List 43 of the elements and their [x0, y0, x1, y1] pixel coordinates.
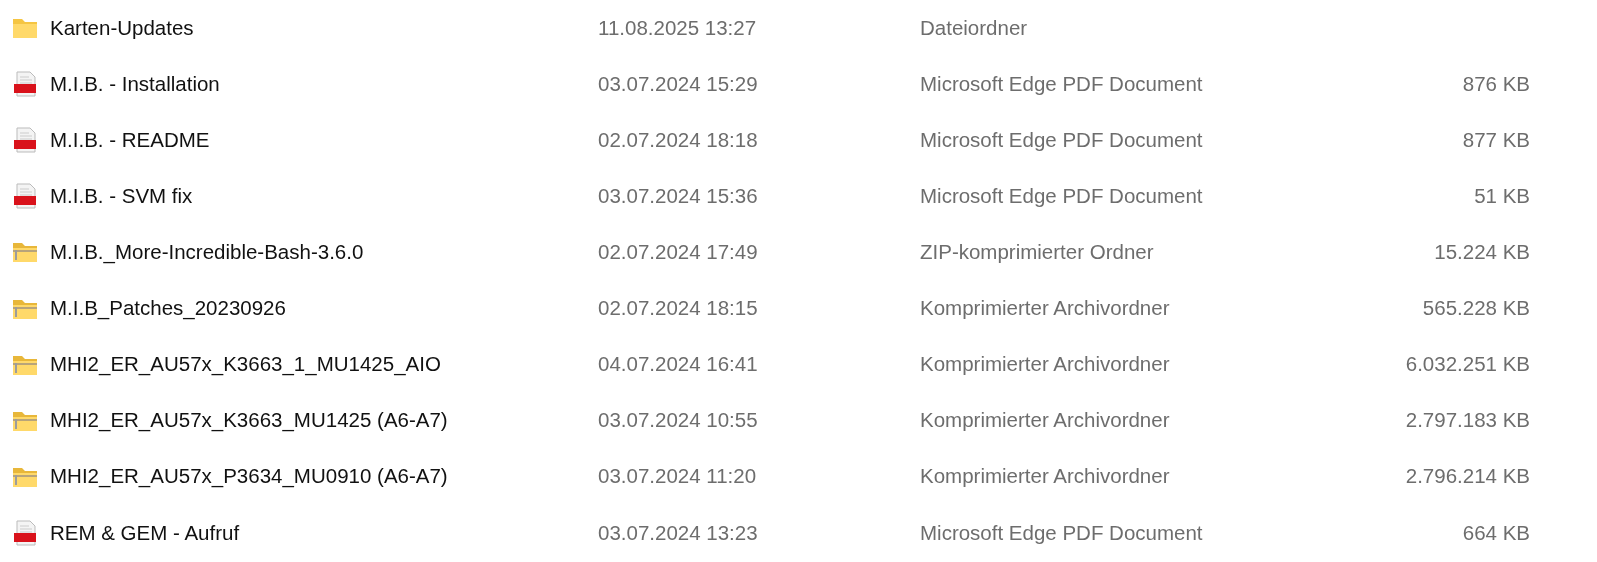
modified-date: 03.07.2024 15:29 [598, 71, 758, 95]
modified-date: 02.07.2024 17:49 [598, 240, 758, 264]
modified-date: 11.08.2025 13:27 [598, 15, 757, 39]
file-type: Komprimierter Archivordner [920, 296, 1170, 320]
file-type: Komprimierter Archivordner [920, 352, 1170, 376]
file-name[interactable]: M.I.B. - SVM fix [50, 180, 193, 212]
file-name[interactable]: M.I.B. - README [50, 124, 210, 156]
file-name[interactable]: M.I.B_Patches_20230926 [50, 293, 286, 324]
file-name[interactable]: MHI2_ER_AU57x_K3663_MU1425 (A6-A7) [50, 405, 448, 437]
file-type: Dateiordner [920, 15, 1028, 39]
file-type: Microsoft Edge PDF Document [920, 127, 1203, 151]
pdf-file-icon [12, 519, 38, 546]
file-type: Microsoft Edge PDF Document [920, 71, 1203, 95]
modified-date: 02.07.2024 18:18 [598, 127, 758, 151]
pdf-file-icon [12, 127, 38, 154]
file-size: 2.796.214 KB [1405, 464, 1530, 488]
file-type: Microsoft Edge PDF Document [920, 520, 1203, 544]
file-size: 877 KB [1462, 127, 1530, 151]
file-name[interactable]: REM & GEM - Aufruf [50, 517, 240, 549]
file-size: 2.797.183 KB [1405, 408, 1530, 432]
modified-date: 02.07.2024 18:15 [598, 296, 758, 320]
file-type: Komprimierter Archivordner [920, 408, 1170, 432]
file-size: 664 KB [1462, 520, 1530, 544]
file-name[interactable]: MHI2_ER_AU57x_K3663_1_MU1425_AIO [50, 349, 441, 380]
file-type: Microsoft Edge PDF Document [920, 183, 1203, 207]
file-size: 15.224 KB [1434, 240, 1530, 264]
file-size: 876 KB [1462, 71, 1530, 95]
modified-date: 03.07.2024 15:36 [598, 183, 758, 207]
file-name[interactable]: M.I.B._More-Incredible-Bash-3.6.0 [50, 237, 364, 268]
file-name[interactable]: MHI2_ER_AU57x_P3634_MU0910 (A6-A7) [50, 461, 448, 493]
file-name[interactable]: M.I.B. - Installation [50, 68, 220, 100]
file-size: 6.032.251 KB [1405, 352, 1530, 376]
file-type: ZIP-komprimierter Ordner [920, 240, 1154, 264]
modified-date: 03.07.2024 10:55 [598, 408, 758, 432]
pdf-file-icon [12, 183, 38, 210]
modified-date: 03.07.2024 13:23 [598, 520, 758, 544]
pdf-file-icon [12, 71, 38, 98]
modified-date: 03.07.2024 11:20 [598, 464, 757, 488]
modified-date: 04.07.2024 16:41 [598, 352, 758, 376]
file-size: 51 KB [1474, 183, 1530, 207]
file-type: Komprimierter Archivordner [920, 464, 1170, 488]
file-name[interactable]: Karten-Updates [50, 12, 194, 44]
file-size: 565.228 KB [1422, 296, 1530, 320]
